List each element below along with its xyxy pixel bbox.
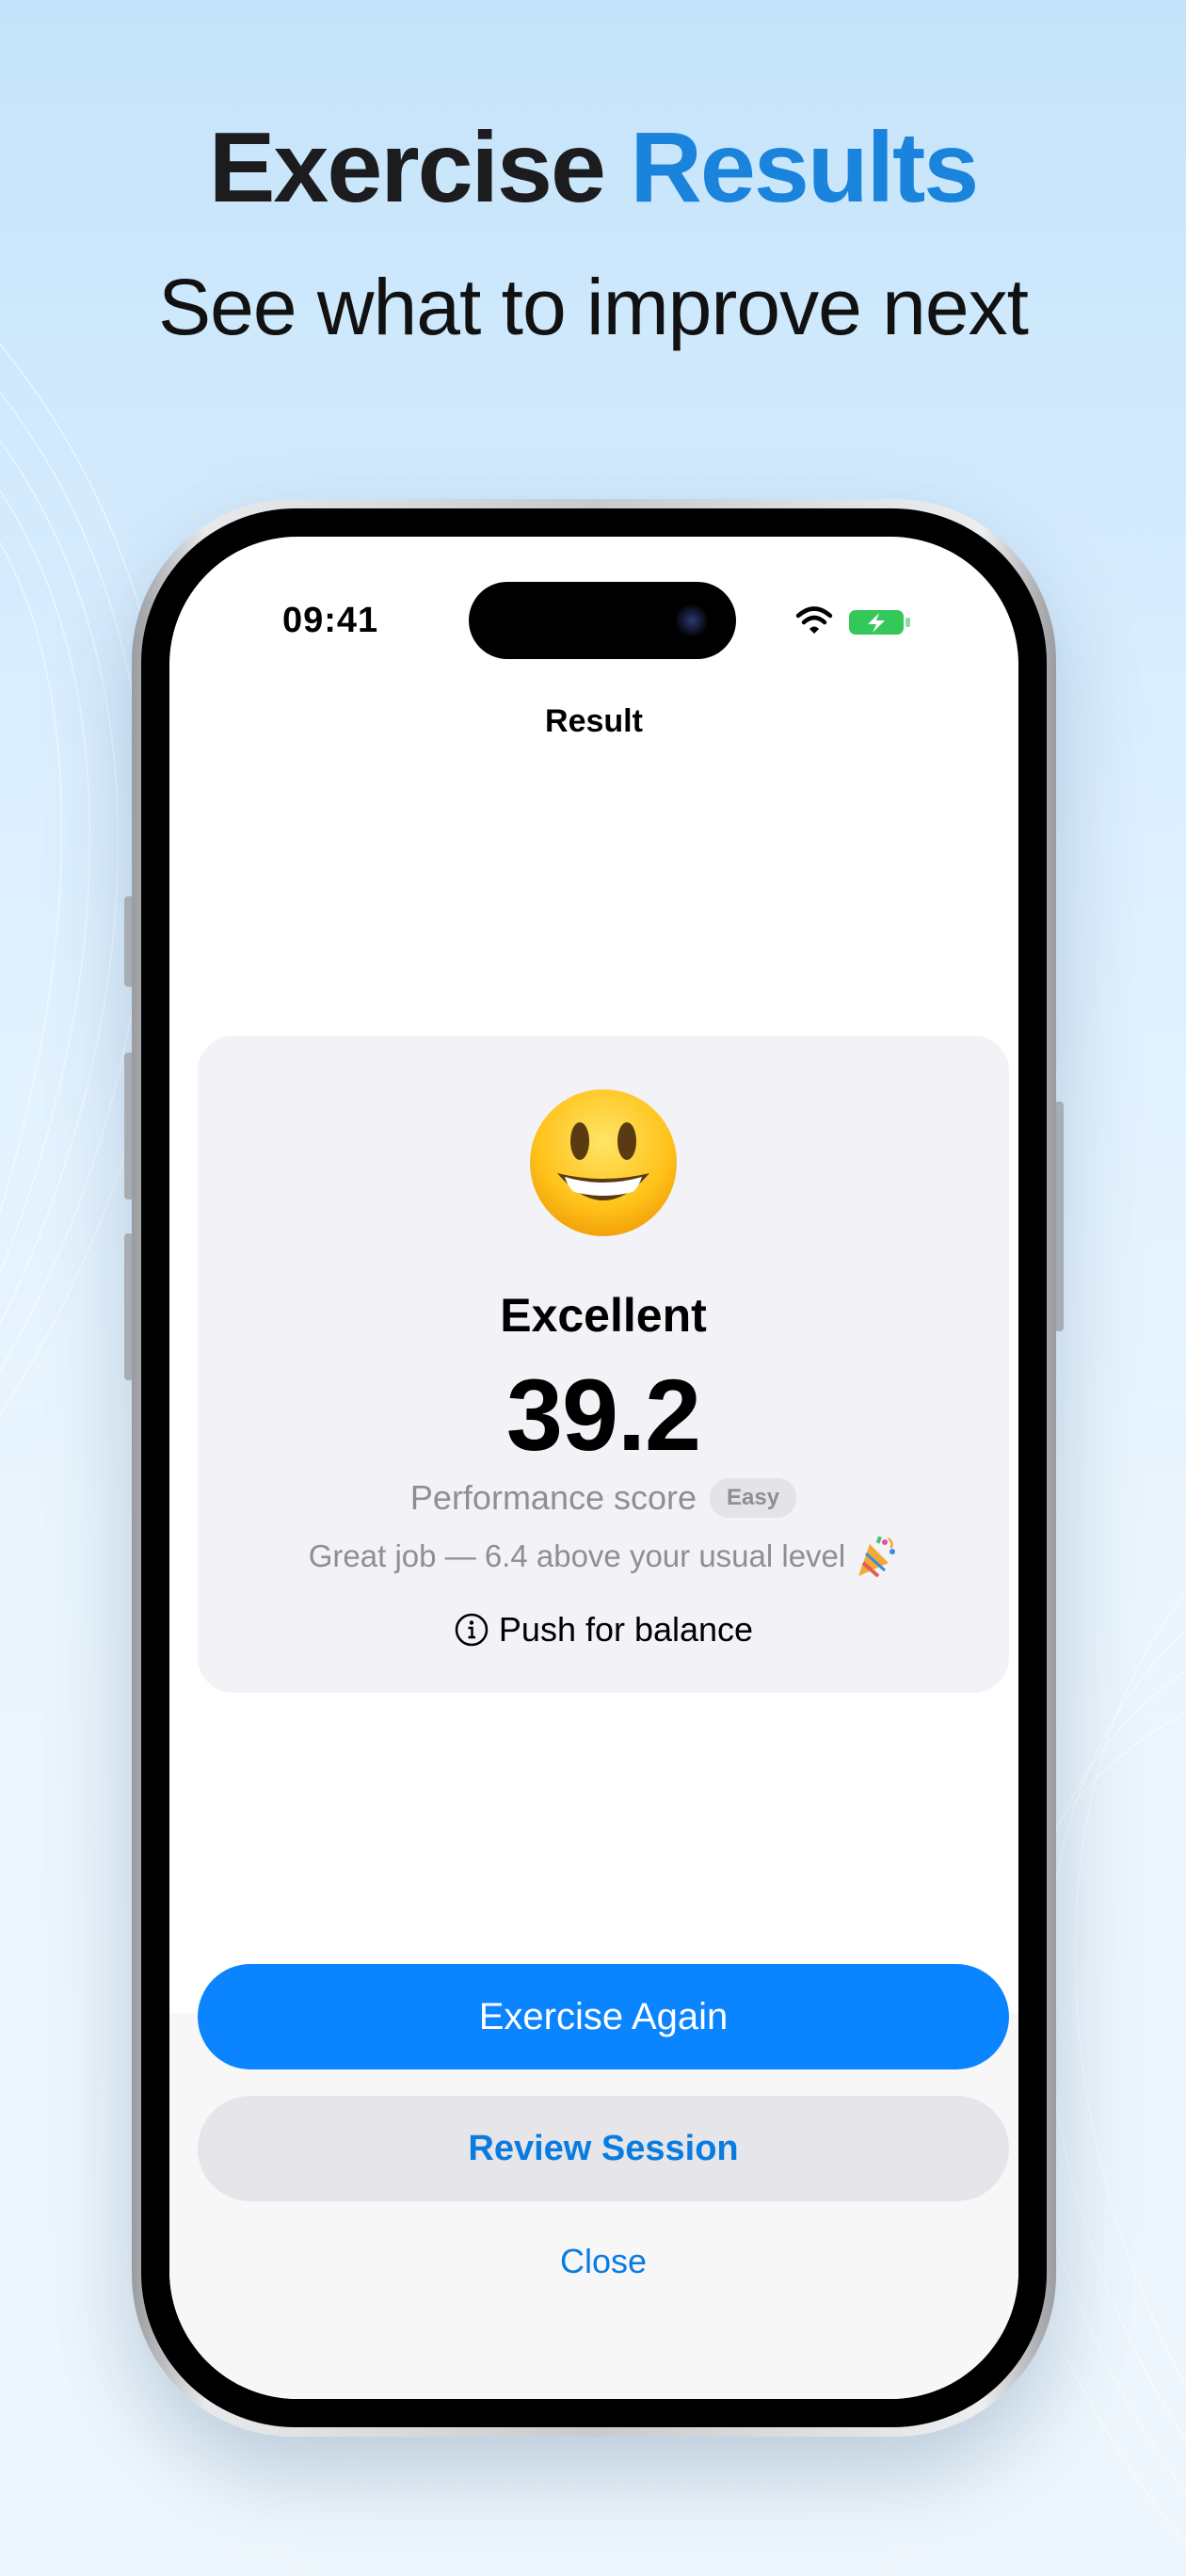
phone-screen: 09:41 Result Excellent 39.2 Performance … bbox=[169, 537, 1018, 2399]
headline-accent: Results bbox=[630, 112, 979, 223]
difficulty-badge: Easy bbox=[710, 1478, 797, 1518]
score-value: 39.2 bbox=[505, 1358, 701, 1472]
bottom-actions-area bbox=[169, 2013, 1018, 2399]
wifi-icon bbox=[795, 606, 833, 634]
tip-text: Push for balance bbox=[498, 1610, 754, 1649]
page-subheadline: See what to improve next bbox=[158, 263, 1029, 351]
close-button[interactable]: Close bbox=[481, 2231, 726, 2292]
result-card: Excellent 39.2 Performance score Easy Gr… bbox=[198, 1036, 1009, 1693]
status-time: 09:41 bbox=[282, 601, 379, 640]
score-label: Performance score bbox=[409, 1478, 697, 1517]
status-icons bbox=[795, 606, 910, 635]
comparison-text: Great job — 6.4 above your usual level bbox=[308, 1538, 846, 1573]
phone-frame: 09:41 Result Excellent 39.2 Performance … bbox=[132, 499, 1056, 2437]
grinning-face-icon bbox=[530, 1089, 677, 1236]
battery-charging-icon bbox=[849, 610, 910, 635]
phone-bezel: 09:41 Result Excellent 39.2 Performance … bbox=[141, 508, 1047, 2427]
page-headline: Exercise Results bbox=[0, 111, 1186, 225]
score-label-row: Performance score Easy bbox=[198, 1478, 1009, 1518]
headline-main: Exercise bbox=[208, 112, 606, 223]
comparison-row: Great job — 6.4 above your usual level bbox=[198, 1535, 1009, 1578]
info-icon bbox=[455, 1613, 489, 1647]
dynamic-island bbox=[469, 582, 736, 659]
party-popper-icon bbox=[858, 1536, 896, 1578]
rating-label: Excellent bbox=[500, 1289, 707, 1342]
tip-row[interactable]: Push for balance bbox=[198, 1610, 1009, 1650]
camera-icon bbox=[676, 604, 708, 636]
exercise-again-button[interactable]: Exercise Again bbox=[198, 1964, 1009, 2069]
review-session-button[interactable]: Review Session bbox=[198, 2096, 1009, 2201]
nav-title: Result bbox=[545, 703, 643, 739]
